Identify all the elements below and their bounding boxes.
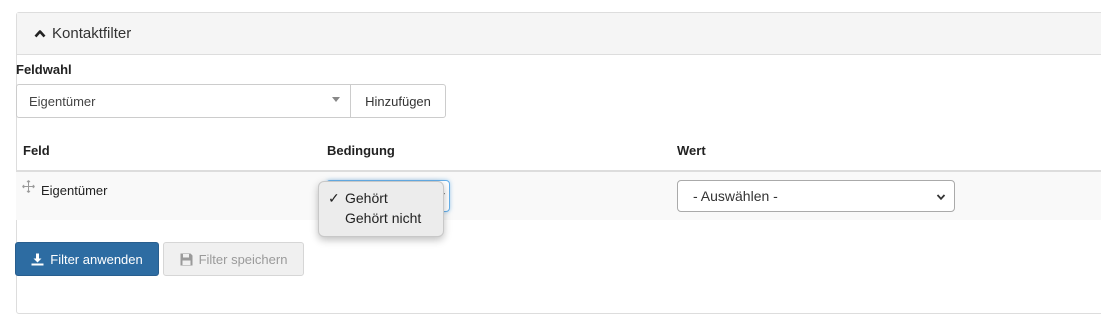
dropdown-arrow-icon: [332, 97, 340, 102]
field-select-label: Feldwahl: [16, 62, 72, 77]
value-select[interactable]: - Auswählen -: [677, 180, 955, 212]
drag-handle-icon[interactable]: [22, 180, 35, 193]
chevron-down-icon: [936, 194, 946, 201]
save-filter-label: Filter speichern: [198, 251, 288, 267]
apply-filter-button[interactable]: Filter anwenden: [15, 242, 159, 276]
chevron-up-icon: [34, 29, 46, 37]
value-select-text: - Auswählen -: [693, 188, 778, 204]
condition-dropdown-menu: ✓ Gehört Gehört nicht: [318, 181, 444, 237]
column-header-bedingung: Bedingung: [327, 143, 395, 158]
condition-option-label: Gehört: [345, 190, 388, 206]
panel-title: Kontaktfilter: [52, 25, 132, 42]
add-field-button[interactable]: Hinzufügen: [350, 84, 446, 118]
field-select[interactable]: Eigentümer: [16, 84, 351, 118]
download-icon: [31, 253, 44, 265]
row-field-name: Eigentümer: [41, 183, 108, 198]
checkmark-icon: ✓: [328, 190, 340, 206]
panel-heading[interactable]: Kontaktfilter: [17, 13, 1101, 55]
condition-option-gehoert-nicht[interactable]: Gehört nicht: [319, 208, 443, 228]
field-select-value: Eigentümer: [29, 93, 96, 109]
condition-option-gehoert[interactable]: ✓ Gehört: [319, 188, 443, 208]
floppy-disk-icon: [180, 253, 193, 265]
apply-filter-label: Filter anwenden: [50, 251, 143, 267]
column-header-feld: Feld: [23, 143, 50, 158]
save-filter-button: Filter speichern: [163, 242, 304, 276]
column-header-wert: Wert: [677, 143, 706, 158]
condition-option-label: Gehört nicht: [345, 210, 422, 226]
